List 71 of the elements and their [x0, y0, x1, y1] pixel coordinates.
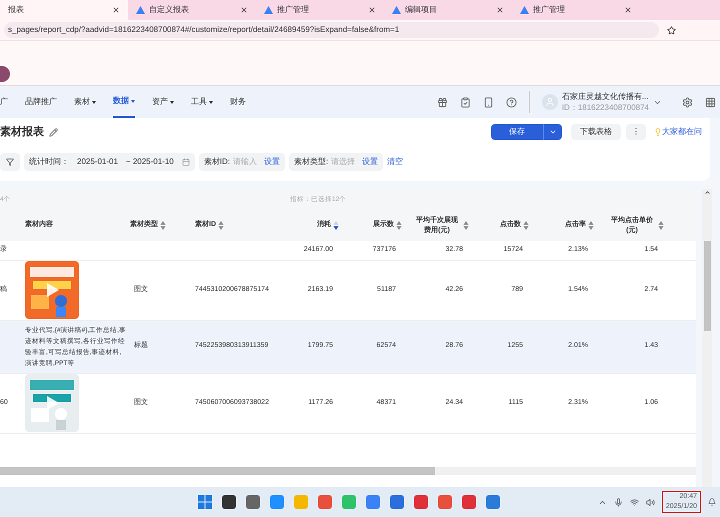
app-icon[interactable]: [222, 495, 236, 509]
clear-link[interactable]: 清空: [387, 156, 404, 168]
account-name: 石家庄灵越文化传播有...: [562, 91, 649, 102]
browser-tab[interactable]: 自定义报表: [128, 0, 256, 20]
close-icon[interactable]: [368, 6, 376, 14]
gift-icon[interactable]: [436, 96, 448, 108]
app-icon[interactable]: [246, 495, 260, 509]
sort-icon[interactable]: [218, 221, 224, 230]
sort-icon[interactable]: [463, 221, 469, 230]
filter-label: 素材ID:: [204, 156, 230, 168]
filter-label: 素材类型:: [294, 156, 328, 168]
wifi-icon[interactable]: [630, 498, 639, 506]
save-button[interactable]: 保存: [491, 124, 543, 140]
edit-icon[interactable]: [49, 128, 58, 137]
volume-icon[interactable]: [646, 498, 655, 506]
nav-item[interactable]: 财务: [230, 86, 246, 118]
nav-item[interactable]: 工具: [191, 86, 213, 118]
account-id: ID：1816223408700874: [562, 102, 649, 113]
close-icon[interactable]: [112, 6, 120, 14]
scroll-up-icon[interactable]: [704, 188, 710, 196]
date-range-field[interactable]: 统计时间： 2025-01-01 ~ 2025-01-10: [24, 152, 195, 170]
close-icon[interactable]: [624, 6, 632, 14]
logo-icon: [136, 6, 145, 14]
set-link[interactable]: 设置: [362, 156, 378, 168]
logo-icon: [264, 6, 273, 14]
tab-label: 编辑项目: [405, 4, 438, 16]
browser-tab[interactable]: 编辑项目: [384, 0, 512, 20]
browser-tab[interactable]: 推广管理: [512, 0, 640, 20]
nav-item[interactable]: 素材: [74, 86, 96, 118]
apps-icon[interactable]: [705, 96, 716, 108]
filter-button[interactable]: [0, 152, 20, 170]
close-icon[interactable]: [240, 6, 248, 14]
set-link[interactable]: 设置: [264, 156, 280, 168]
page-title: 素材报表: [0, 124, 44, 140]
logo-icon: [520, 6, 529, 14]
settings-icon[interactable]: [682, 96, 693, 108]
browser-tab[interactable]: 推广管理: [256, 0, 384, 20]
nav-item[interactable]: 广: [0, 86, 8, 118]
mic-icon[interactable]: [614, 498, 623, 506]
sort-icon[interactable]: [333, 221, 339, 230]
tab-label: 推广管理: [277, 4, 310, 16]
browser-tab[interactable]: 报表: [0, 0, 128, 20]
sort-icon[interactable]: [396, 221, 402, 230]
calendar-icon: [182, 158, 190, 166]
sort-icon[interactable]: [523, 221, 529, 230]
phone-icon[interactable]: [482, 96, 494, 108]
dropdown-button[interactable]: [543, 124, 562, 140]
help-link[interactable]: 大家都在问: [662, 126, 702, 138]
clipboard-icon[interactable]: [460, 96, 471, 108]
sort-icon[interactable]: [658, 221, 664, 230]
nav-item[interactable]: 资产: [152, 86, 174, 118]
more-button[interactable]: ⋮: [626, 124, 646, 140]
nav-item[interactable]: 品牌推广: [25, 86, 57, 118]
download-button[interactable]: 下载表格: [571, 124, 621, 140]
tab-label: 推广管理: [533, 4, 566, 16]
filter-icon: [6, 158, 14, 166]
notification-icon[interactable]: [708, 498, 716, 506]
vertical-scrollbar[interactable]: [702, 188, 712, 487]
help-icon[interactable]: [506, 96, 517, 108]
bookmark-icon[interactable]: [667, 26, 676, 34]
avatar-icon[interactable]: [0, 66, 10, 82]
sort-icon[interactable]: [588, 221, 594, 230]
start-icon[interactable]: [198, 495, 212, 509]
tab-label: 自定义报表: [149, 4, 190, 16]
tab-label: 报表: [8, 4, 25, 16]
sort-icon[interactable]: [160, 221, 166, 230]
close-icon[interactable]: [496, 6, 504, 14]
lightbulb-icon: [654, 128, 662, 136]
logo-icon: [392, 6, 401, 14]
address-bar[interactable]: s_pages/report_cdp/?aadvid=1816223408700874#/customize/report/detail/24689459?isExpand=false&from=1: [4, 22, 659, 38]
horizontal-scrollbar[interactable]: [0, 467, 696, 475]
